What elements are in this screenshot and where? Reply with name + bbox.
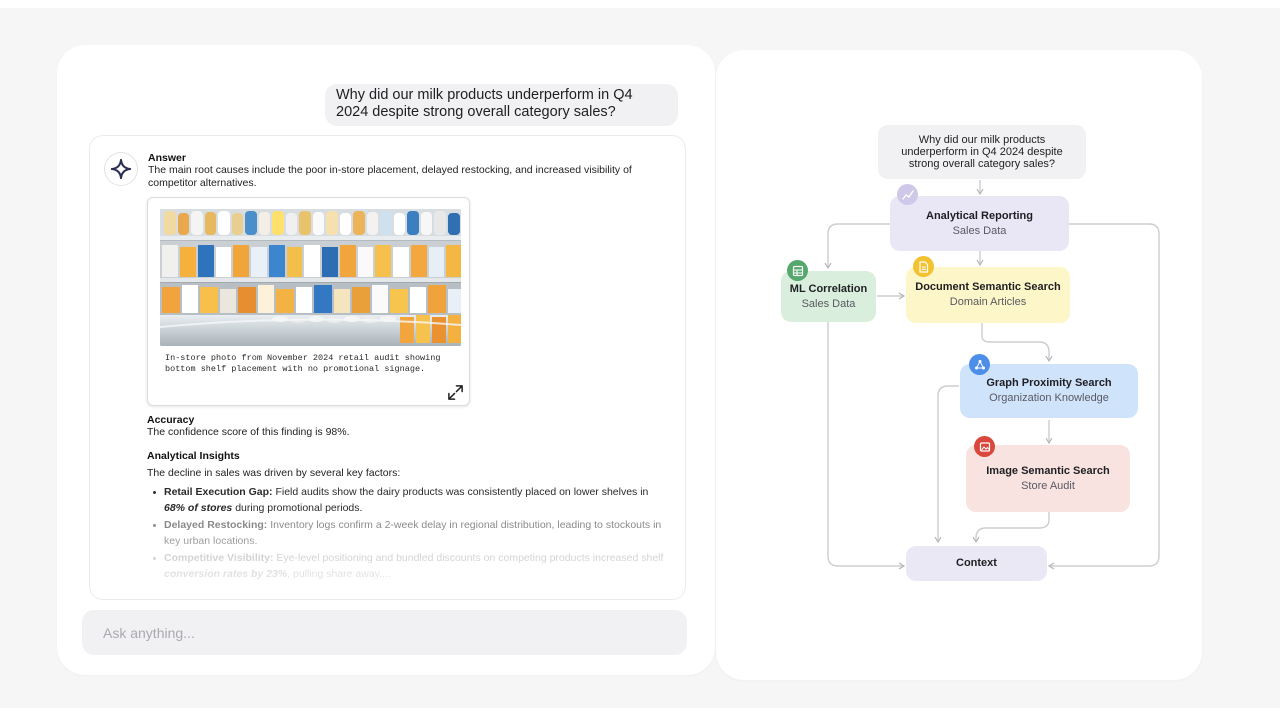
insights-intro: The decline in sales was driven by sever… — [147, 467, 401, 479]
insight-item: Retail Execution Gap: Field audits show … — [147, 484, 667, 516]
insight-tail: during promotional periods. — [232, 501, 363, 514]
insights-section: Analytical Insights The decline in sales… — [147, 450, 667, 583]
sparkle-icon — [110, 158, 132, 180]
insight-label: Delayed Restocking: — [164, 518, 268, 531]
insight-tail: , pulling share away.... — [287, 567, 391, 580]
node-title: Document Semantic Search — [915, 281, 1061, 293]
node-title: Analytical Reporting — [926, 209, 1033, 222]
node-subtitle: Store Audit — [1021, 479, 1075, 492]
node-subtitle: Sales Data — [952, 224, 1007, 237]
answer-section: Answer The main root causes include the … — [148, 152, 638, 189]
image-icon — [974, 436, 995, 457]
accuracy-heading: Accuracy — [147, 414, 195, 426]
insight-item: Delayed Restocking: Inventory logs confi… — [147, 517, 667, 549]
store-shelf-photo — [160, 209, 461, 346]
accuracy-section: Accuracy The confidence score of this fi… — [147, 414, 647, 439]
evidence-image-card[interactable]: In-store photo from November 2024 retail… — [147, 197, 470, 406]
insight-emphasis: 68% of stores — [164, 501, 233, 514]
node-title: ML Correlation — [789, 282, 868, 295]
node-subtitle: Organization Knowledge — [989, 392, 1109, 404]
insight-list: Retail Execution Gap: Field audits show … — [147, 484, 667, 582]
insight-label: Retail Execution Gap: — [164, 485, 273, 498]
answer-text: The main root causes include the poor in… — [148, 164, 632, 189]
context-node[interactable]: Context — [906, 546, 1047, 581]
node-subtitle: Domain Articles — [949, 296, 1027, 308]
chart-icon — [897, 184, 918, 205]
expand-icon[interactable] — [447, 384, 464, 401]
table-icon — [787, 260, 808, 281]
node-title: Graph Proximity Search — [986, 377, 1112, 389]
chat-panel: Why did our milk products underperform i… — [57, 45, 715, 675]
ask-input[interactable] — [82, 610, 687, 655]
assistant-avatar — [104, 152, 138, 186]
image-caption: In-store photo from November 2024 retail… — [165, 353, 441, 374]
node-title: Context — [956, 557, 997, 569]
node-subtitle: Sales Data — [801, 297, 856, 310]
document-semantic-search-node[interactable]: Document Semantic Search Domain Articles — [906, 267, 1070, 323]
user-question-bubble: Why did our milk products underperform i… — [325, 84, 678, 126]
flow-panel: Why did our milk products underperform i… — [716, 50, 1202, 680]
insight-text: Field audits show the dairy products was… — [272, 485, 649, 498]
insights-heading: Analytical Insights — [147, 450, 240, 462]
flow-question-node: Why did our milk products underperform i… — [878, 125, 1086, 179]
node-title: Image Semantic Search — [986, 464, 1110, 477]
answer-card: Answer The main root causes include the … — [89, 135, 686, 600]
document-icon — [913, 256, 934, 277]
insight-label: Competitive Visibility: — [164, 551, 274, 564]
analytical-reporting-node[interactable]: Analytical Reporting Sales Data — [890, 196, 1069, 251]
insight-text: Eye-level positioning and bundled discou… — [273, 551, 664, 564]
graph-icon — [969, 354, 990, 375]
accuracy-text: The confidence score of this finding is … — [147, 426, 350, 438]
insight-item: Competitive Visibility: Eye-level positi… — [147, 550, 667, 582]
insight-emphasis: conversion rates by 23% — [164, 567, 288, 580]
answer-heading: Answer — [148, 152, 186, 164]
